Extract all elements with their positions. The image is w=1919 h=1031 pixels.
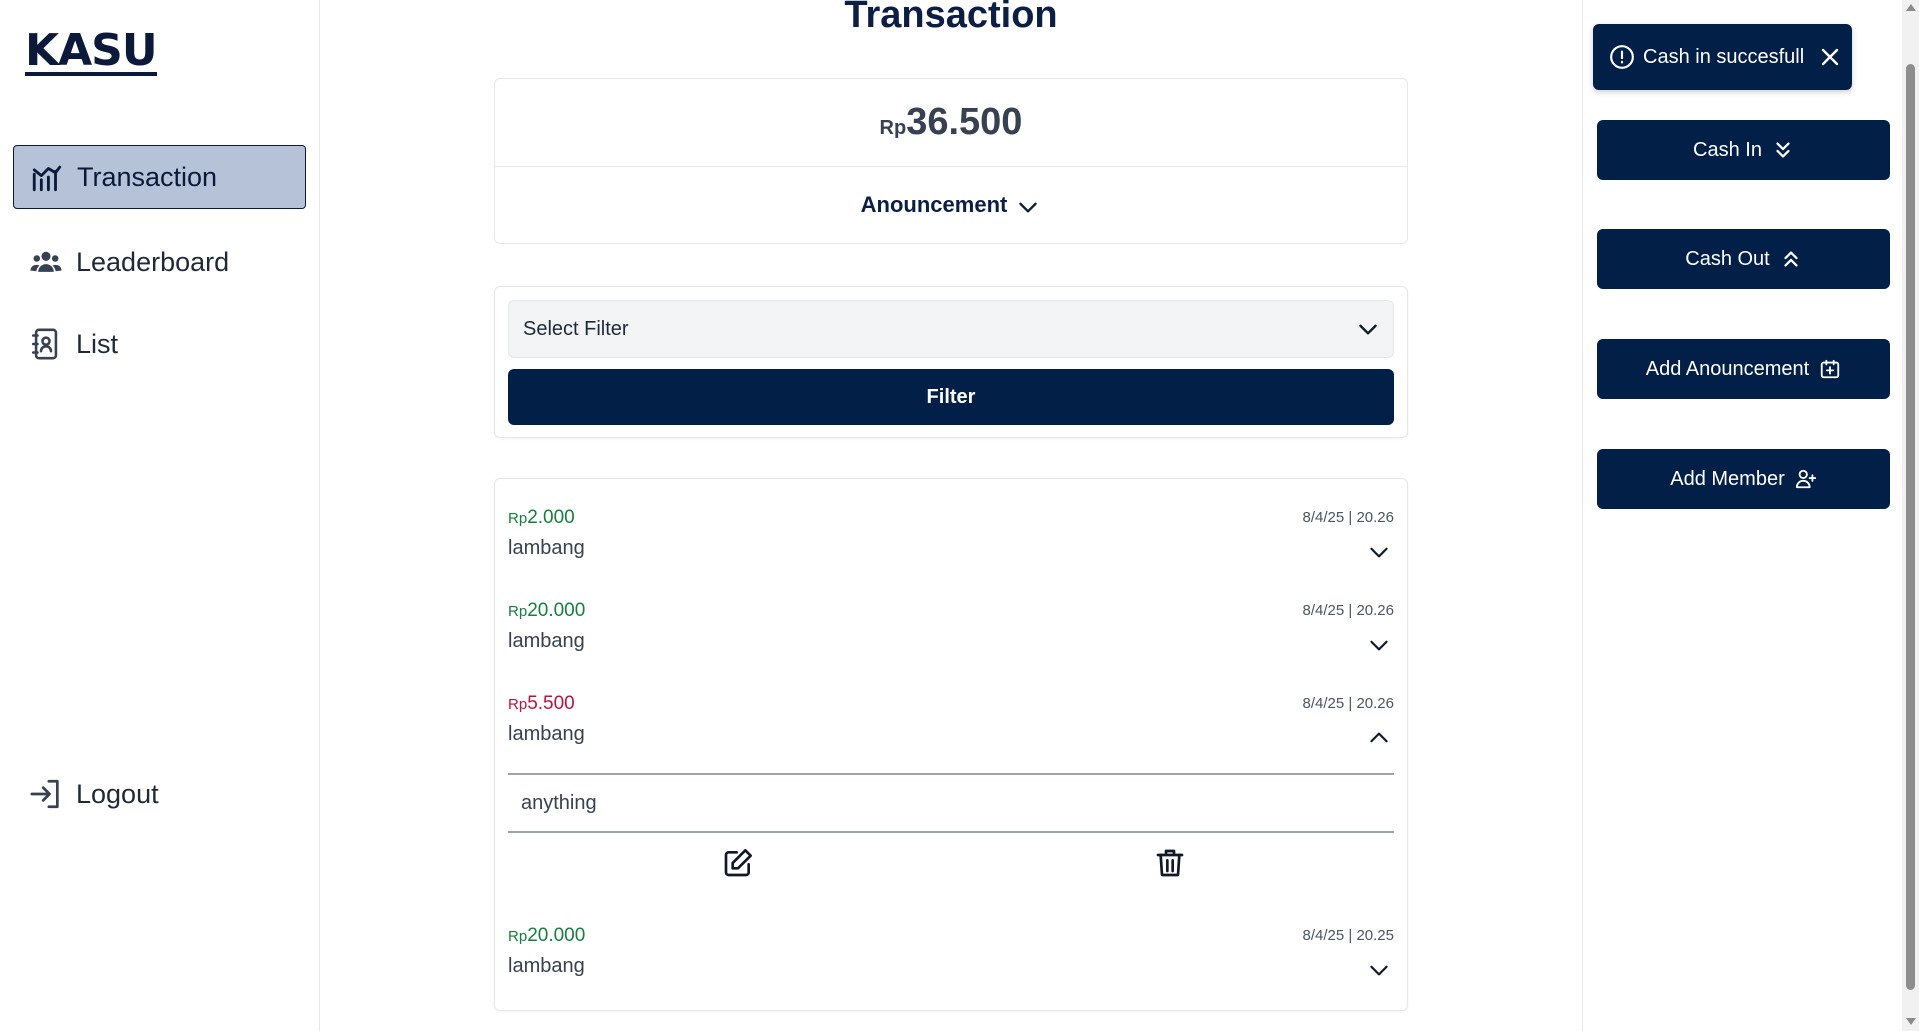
announcement-label: Anouncement xyxy=(860,192,1008,217)
balance-currency: Rp xyxy=(879,117,907,139)
logout-button[interactable]: Logout xyxy=(13,762,306,826)
chevron-down-icon xyxy=(1019,202,1038,213)
sidebar: KASU Transaction Leaderboard List Logout xyxy=(0,0,320,1031)
sidebar-item-transaction[interactable]: Transaction xyxy=(13,145,306,209)
contact-book-icon xyxy=(28,326,64,362)
transaction-value: 20.000 xyxy=(527,600,586,621)
transaction-date: 8/4/25 | 20.26 xyxy=(1302,695,1394,712)
balance-amount: Rp 36.500 xyxy=(495,79,1407,167)
sidebar-item-list[interactable]: List xyxy=(13,312,306,376)
transaction-date: 8/4/25 | 20.26 xyxy=(1302,602,1394,619)
calendar-add-icon xyxy=(1821,359,1840,379)
cash-out-button[interactable]: Cash Out xyxy=(1597,229,1890,289)
toast-notification: Cash in succesfull xyxy=(1593,24,1852,90)
chevron-down-icon[interactable] xyxy=(1366,632,1392,658)
scroll-down-arrow[interactable] xyxy=(1906,1018,1916,1025)
transaction-member: lambang xyxy=(508,537,585,559)
page-scrollbar[interactable] xyxy=(1902,0,1919,1031)
alert-circle-icon xyxy=(1610,45,1634,69)
balance-value: 36.500 xyxy=(906,101,1023,143)
app-logo[interactable]: KASU xyxy=(25,29,158,76)
transaction-row[interactable]: Rp20.000 lambang 8/4/25 | 20.25 xyxy=(508,925,1394,1005)
add-announcement-label: Add Anouncement xyxy=(1645,357,1810,380)
filter-select-value: Select Filter xyxy=(523,317,629,340)
edit-icon[interactable] xyxy=(722,847,754,879)
chevron-up-icon[interactable] xyxy=(1366,725,1392,751)
transaction-detail: anything xyxy=(508,773,1394,903)
chevrons-up-icon xyxy=(1784,251,1798,267)
toast-message: Cash in succesfull xyxy=(1643,45,1805,68)
scroll-up-arrow[interactable] xyxy=(1906,4,1916,11)
page-title: Transaction xyxy=(844,0,1058,36)
add-member-label: Add Member xyxy=(1670,467,1785,490)
chevron-down-icon[interactable] xyxy=(1366,539,1392,565)
filter-select[interactable]: Select Filter xyxy=(508,300,1394,358)
transaction-member: lambang xyxy=(508,630,585,652)
transaction-amount: Rp20.000 xyxy=(508,925,585,947)
announcement-toggle[interactable]: Anouncement xyxy=(495,167,1407,243)
transaction-member: lambang xyxy=(508,723,585,745)
users-icon xyxy=(28,244,64,280)
logout-label: Logout xyxy=(76,778,159,809)
trash-icon[interactable] xyxy=(1154,847,1186,879)
sidebar-item-label: Leaderboard xyxy=(76,246,230,277)
transaction-currency: Rp xyxy=(508,696,528,713)
chevron-down-icon[interactable] xyxy=(1366,957,1392,983)
cash-in-label: Cash In xyxy=(1693,138,1762,161)
chevrons-down-icon xyxy=(1776,142,1790,158)
transaction-row[interactable]: Rp2.000 lambang 8/4/25 | 20.26 xyxy=(508,507,1394,587)
transaction-currency: Rp xyxy=(508,603,528,620)
transaction-date: 8/4/25 | 20.26 xyxy=(1302,509,1394,526)
transaction-note: anything xyxy=(521,791,597,814)
user-plus-icon xyxy=(1795,469,1816,489)
transaction-member: lambang xyxy=(508,955,585,977)
transaction-list: Rp2.000 lambang 8/4/25 | 20.26 Rp20.000 … xyxy=(494,478,1408,1011)
transaction-amount: Rp5.500 xyxy=(508,693,575,715)
balance-card: Rp 36.500 Anouncement xyxy=(494,78,1408,244)
transaction-actions xyxy=(508,833,1394,903)
filter-button[interactable]: Filter xyxy=(508,369,1394,425)
transaction-value: 20.000 xyxy=(527,925,586,946)
add-announcement-button[interactable]: Add Anouncement xyxy=(1597,339,1890,399)
transaction-row[interactable]: Rp5.500 lambang 8/4/25 | 20.26 xyxy=(508,693,1394,773)
cash-out-label: Cash Out xyxy=(1685,247,1770,270)
sidebar-item-leaderboard[interactable]: Leaderboard xyxy=(13,230,306,294)
transaction-date: 8/4/25 | 20.25 xyxy=(1302,927,1394,944)
transaction-row[interactable]: Rp20.000 lambang 8/4/25 | 20.26 xyxy=(508,600,1394,680)
sidebar-item-label: Transaction xyxy=(77,161,218,192)
cash-in-button[interactable]: Cash In xyxy=(1597,120,1890,180)
sidebar-item-label: List xyxy=(76,328,119,359)
chart-line-icon xyxy=(29,159,65,195)
filter-card: Select Filter Filter xyxy=(494,286,1408,438)
transaction-currency: Rp xyxy=(508,928,528,945)
scroll-thumb[interactable] xyxy=(1906,64,1915,990)
transaction-amount: Rp20.000 xyxy=(508,600,585,622)
add-member-button[interactable]: Add Member xyxy=(1597,449,1890,509)
transaction-value: 5.500 xyxy=(527,693,575,714)
transaction-value: 2.000 xyxy=(527,507,575,528)
logout-icon xyxy=(28,776,64,812)
transaction-currency: Rp xyxy=(508,510,528,527)
transaction-amount: Rp2.000 xyxy=(508,507,575,529)
chevron-down-icon xyxy=(1359,324,1377,335)
close-icon[interactable] xyxy=(1818,45,1842,69)
